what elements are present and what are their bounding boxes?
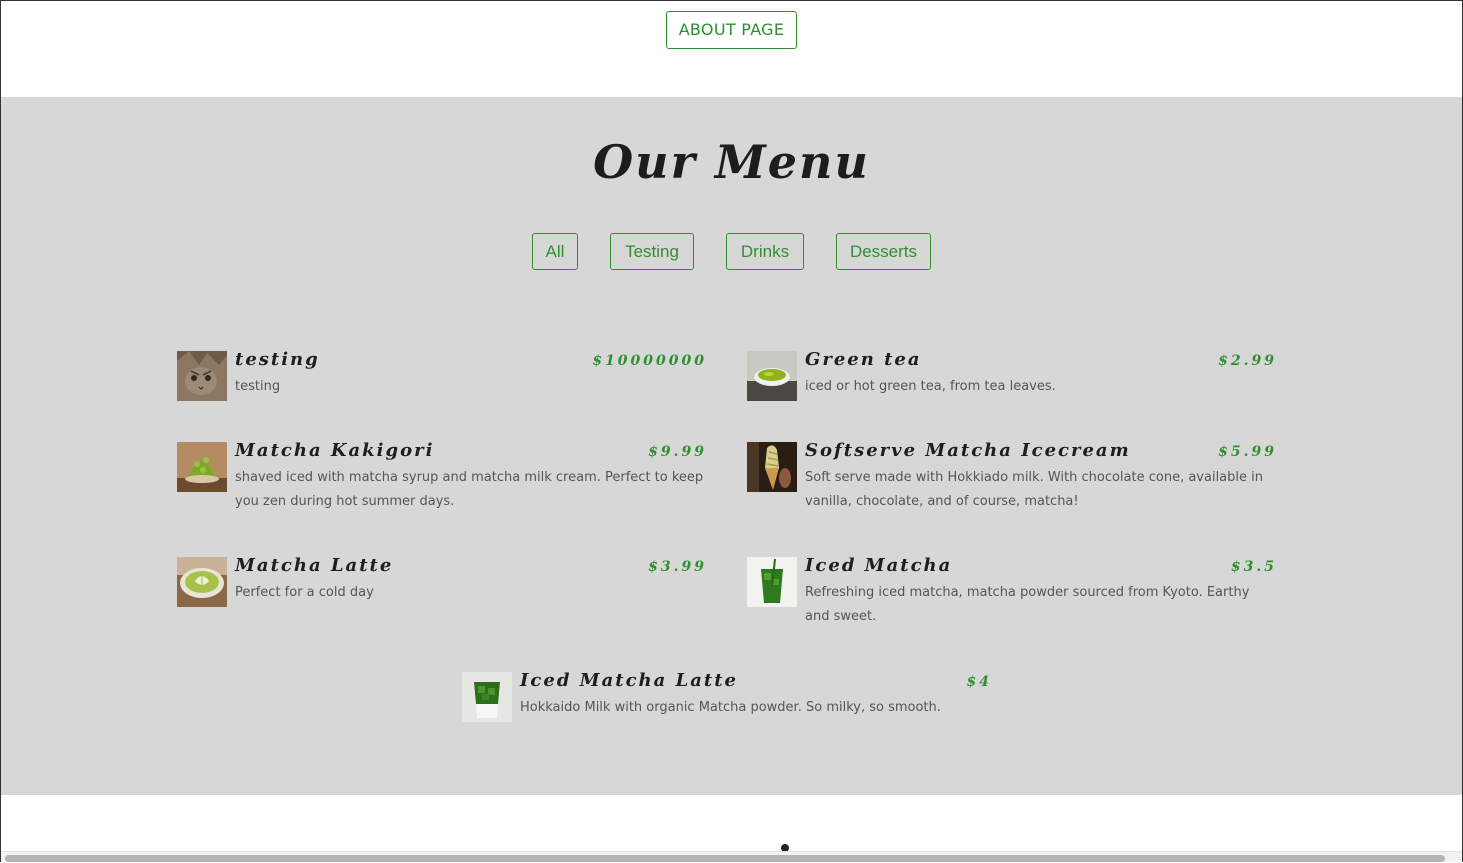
item-price: $3.5 bbox=[1230, 559, 1277, 575]
item-description: Hokkaido Milk with organic Matcha powder… bbox=[520, 700, 941, 715]
item-thumbnail bbox=[747, 351, 797, 401]
filter-testing-button[interactable]: Testing bbox=[610, 233, 694, 270]
item-name: Iced Matcha bbox=[805, 555, 953, 576]
item-price: $4 bbox=[966, 674, 992, 690]
menu-item: Matcha Kakigori $9.99 shaved iced with m… bbox=[177, 440, 707, 532]
item-price: $3.99 bbox=[648, 559, 707, 575]
menu-item: Iced Matcha Latte $4 Hokkaido Milk with … bbox=[462, 670, 992, 762]
item-price: $10000000 bbox=[592, 353, 707, 369]
item-thumbnail bbox=[177, 442, 227, 492]
item-thumbnail bbox=[747, 557, 797, 607]
item-name: Green tea bbox=[805, 349, 922, 370]
item-name: Matcha Latte bbox=[235, 555, 394, 576]
top-area: ABOUT PAGE bbox=[1, 1, 1462, 97]
item-price: $5.99 bbox=[1218, 444, 1277, 460]
menu-item: Softserve Matcha Icecream $5.99 Soft ser… bbox=[747, 440, 1277, 532]
item-description: iced or hot green tea, from tea leaves. bbox=[805, 379, 1056, 394]
item-description: shaved iced with matcha syrup and matcha… bbox=[235, 470, 704, 509]
item-price: $2.99 bbox=[1218, 353, 1277, 369]
menu-item: Matcha Latte $3.99 Perfect for a cold da… bbox=[177, 555, 707, 647]
menu-filters: All Testing Drinks Desserts bbox=[1, 233, 1462, 273]
item-thumbnail bbox=[177, 351, 227, 401]
item-thumbnail bbox=[177, 557, 227, 607]
item-description: Soft serve made with Hokkiado milk. With… bbox=[805, 470, 1263, 509]
item-thumbnail bbox=[747, 442, 797, 492]
menu-item: Iced Matcha $3.5 Refreshing iced matcha,… bbox=[747, 555, 1277, 647]
item-description: testing bbox=[235, 379, 281, 394]
page-frame: ABOUT PAGE Our Menu All Testing Drinks D… bbox=[0, 0, 1463, 862]
item-name: Softserve Matcha Icecream bbox=[805, 440, 1131, 461]
item-price: $9.99 bbox=[648, 444, 707, 460]
item-description: Perfect for a cold day bbox=[235, 585, 374, 600]
filter-all-button[interactable]: All bbox=[532, 233, 578, 270]
item-name: testing bbox=[235, 349, 320, 370]
filter-drinks-button[interactable]: Drinks bbox=[726, 233, 804, 270]
horizontal-scrollbar[interactable] bbox=[1, 851, 1462, 862]
item-name: Iced Matcha Latte bbox=[520, 670, 738, 691]
menu-item: Green tea $2.99 iced or hot green tea, f… bbox=[747, 349, 1277, 441]
about-page-button[interactable]: ABOUT PAGE bbox=[666, 11, 797, 49]
scrollbar-thumb[interactable] bbox=[5, 855, 1445, 862]
item-description: Refreshing iced matcha, matcha powder so… bbox=[805, 585, 1250, 624]
menu-title: Our Menu bbox=[593, 135, 870, 189]
menu-item: testing $10000000 testing bbox=[177, 349, 707, 441]
menu-section: Our Menu All Testing Drinks Desserts tes… bbox=[1, 97, 1462, 795]
item-thumbnail bbox=[462, 672, 512, 722]
filter-desserts-button[interactable]: Desserts bbox=[836, 233, 931, 270]
item-name: Matcha Kakigori bbox=[235, 440, 435, 461]
